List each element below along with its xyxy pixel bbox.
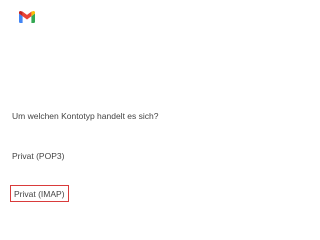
gmail-logo-icon xyxy=(19,11,35,23)
option-private-pop3[interactable]: Privat (POP3) xyxy=(12,151,64,161)
account-type-question: Um welchen Kontotyp handelt es sich? xyxy=(12,111,159,121)
account-type-screen: Um welchen Kontotyp handelt es sich? Pri… xyxy=(0,0,208,218)
option-private-imap[interactable]: Privat (IMAP) xyxy=(10,185,69,202)
